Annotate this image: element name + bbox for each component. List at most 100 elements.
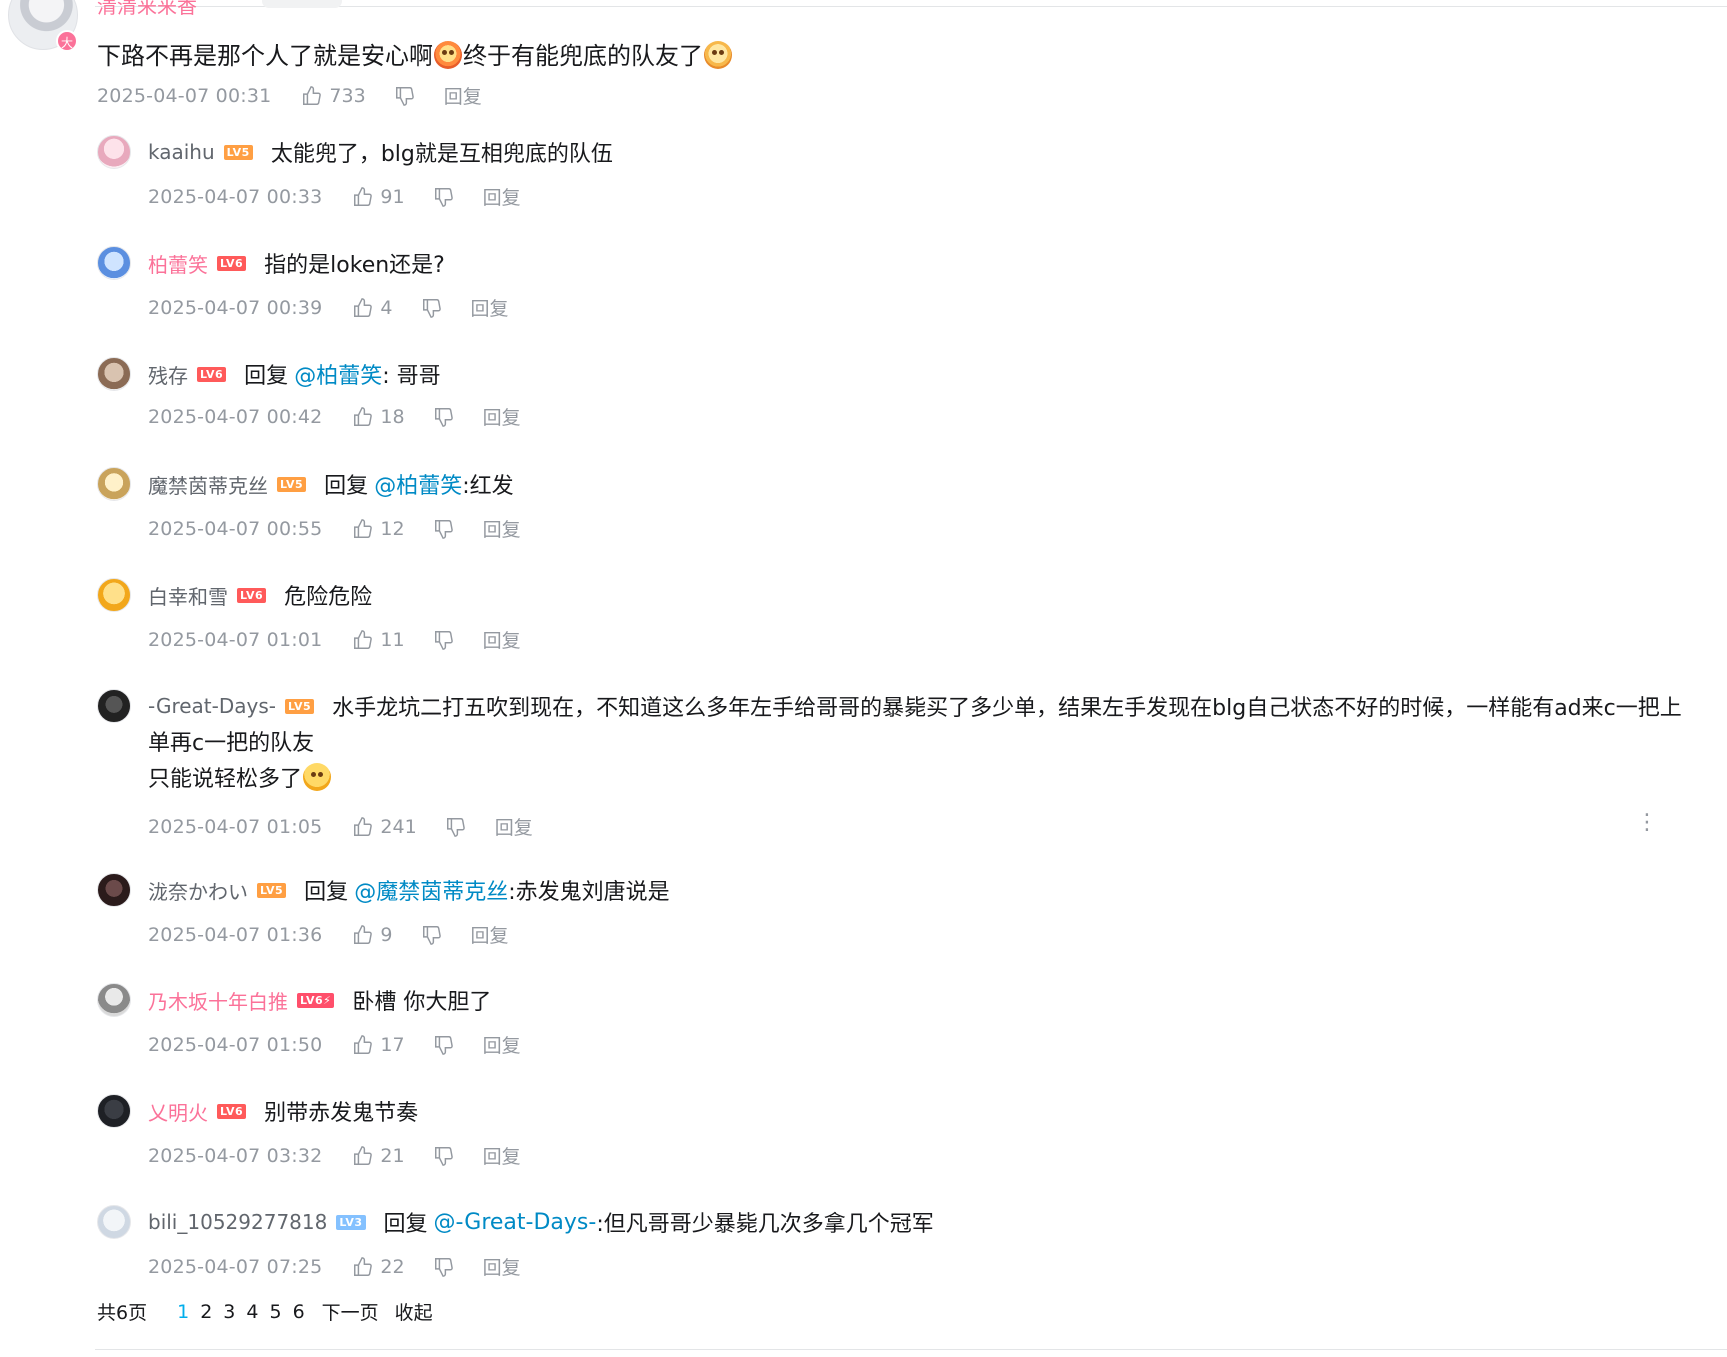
reply-text: 太能兜了，blg就是互相兜底的队伍 [270,142,613,167]
root-vip-badge: 大 [56,30,78,52]
reply-avatar[interactable] [97,1094,131,1128]
reply-meta: 2025-04-07 00:42 18 回复 [148,403,521,430]
mention-link[interactable]: @柏蕾笑 [294,358,382,390]
like-button[interactable]: 22 [352,1256,405,1278]
reply-header: 乃木坂十年白推 LV6⚡ 卧槽 你大胆了 [148,983,491,1017]
comment-thread: 大 清清来来香 下路不再是那个人了就是安心啊 终于有能兜底的队友了 2025-04… [0,0,1727,1357]
reply-username[interactable]: 白幸和雪 [148,581,228,610]
page-2[interactable]: 2 [200,1301,212,1323]
reply-text: 危险危险 [284,585,373,610]
dislike-button[interactable] [421,297,443,319]
reply-avatar[interactable] [97,1205,131,1239]
reply-avatar[interactable] [97,246,131,280]
reply-username[interactable]: 残存 [148,360,188,389]
like-button[interactable]: 12 [352,518,405,540]
reply-header: 乂明火 LV6 别带赤发鬼节奏 [148,1094,418,1128]
dislike-button[interactable] [433,186,455,208]
thumb-down-icon [422,925,441,945]
reply-username[interactable]: -Great-Days- [148,694,276,718]
reply-button[interactable]: 回复 [483,515,521,542]
reply-avatar[interactable] [97,578,131,612]
reply-button[interactable]: 回复 [483,403,521,430]
reply-time: 2025-04-07 01:50 [148,1033,323,1056]
reply-username[interactable]: bili_10529277818 [148,1210,327,1234]
pagination: 共6页 1 2 3 4 5 6 下一页 收起 [97,1298,433,1325]
reply-time: 2025-04-07 07:25 [148,1255,323,1278]
like-button[interactable]: 18 [352,406,405,428]
reply-time: 2025-04-07 00:55 [148,517,323,540]
reply-meta: 2025-04-07 03:32 21 回复 [148,1142,521,1169]
reply-button[interactable]: 回复 [495,813,533,840]
reply-text: : 哥哥 [382,364,441,389]
reply-avatar[interactable] [97,357,131,391]
reply-username[interactable]: 泷奈かわい [148,876,248,905]
mention-link[interactable]: @柏蕾笑 [374,468,462,500]
reply-avatar[interactable] [97,689,131,723]
reply-avatar[interactable] [97,135,131,169]
hot-face-emoji-icon [434,41,462,69]
reply-time: 2025-04-07 01:01 [148,628,323,651]
reply-button[interactable]: 回复 [483,1142,521,1169]
reply-prefix: 回复 [244,364,289,389]
dislike-button[interactable] [433,406,455,428]
like-count: 9 [380,923,393,946]
root-text-part1: 下路不再是那个人了就是安心啊 [97,42,433,70]
reply-avatar[interactable] [97,467,131,501]
root-comment-text: 下路不再是那个人了就是安心啊 终于有能兜底的队友了 [97,36,733,71]
reply-button[interactable]: 回复 [471,921,509,948]
dislike-button[interactable] [421,924,443,946]
like-button[interactable]: 21 [352,1145,405,1167]
root-like-button[interactable]: 733 [301,85,366,107]
like-button[interactable]: 4 [352,296,393,319]
mention-link[interactable]: @魔禁茵蒂克丝 [354,874,508,906]
page-6[interactable]: 6 [293,1301,305,1323]
level-badge: LV5 [257,882,287,898]
thumb-up-icon [354,518,373,538]
like-button[interactable]: 91 [352,185,405,208]
like-button[interactable]: 241 [352,816,417,838]
reply-time: 2025-04-07 01:05 [148,815,323,838]
page-5[interactable]: 5 [269,1301,281,1323]
root-dislike-button[interactable] [394,85,416,107]
collapse-button[interactable]: 收起 [395,1298,433,1325]
reply-avatar[interactable] [97,873,131,907]
reply-button[interactable]: 回复 [483,1031,521,1058]
like-count: 17 [380,1033,405,1056]
reply-meta: 2025-04-07 01:01 11 回复 [148,626,521,653]
reply-meta: 2025-04-07 01:05 241 回复 [148,813,533,840]
reply-username[interactable]: 魔禁茵蒂克丝 [148,470,268,499]
like-button[interactable]: 17 [352,1033,405,1056]
mention-link[interactable]: @-Great-Days- [434,1210,597,1235]
page-1[interactable]: 1 [177,1301,189,1323]
reply-username[interactable]: kaaihu [148,140,215,164]
like-button[interactable]: 9 [352,923,393,946]
reply-username[interactable]: 乂明火 [148,1097,208,1126]
page-3[interactable]: 3 [223,1301,235,1323]
level-badge: LV6 [237,587,267,603]
dislike-button[interactable] [433,1256,455,1278]
reply-time: 2025-04-07 01:36 [148,923,323,946]
reply-button[interactable]: 回复 [483,183,521,210]
reply-button[interactable]: 回复 [471,294,509,321]
dislike-button[interactable] [433,518,455,540]
reply-username[interactable]: 柏蕾笑 [148,249,208,278]
page-4[interactable]: 4 [246,1301,258,1323]
like-count: 4 [380,296,393,319]
reply-header: bili_10529277818 LV3 回复 @-Great-Days- :但凡哥哥… [148,1205,934,1239]
reply-avatar[interactable] [97,983,131,1017]
root-reply-button[interactable]: 回复 [444,82,482,109]
reply-button[interactable]: 回复 [483,626,521,653]
like-button[interactable]: 11 [352,629,405,651]
dislike-button[interactable] [433,1145,455,1167]
thumb-down-icon [434,630,453,650]
next-page-button[interactable]: 下一页 [322,1298,379,1325]
dislike-button[interactable] [433,629,455,651]
root-username[interactable]: 清清来来香 [97,0,197,19]
reply-button[interactable]: 回复 [483,1253,521,1280]
reply-text-line3: 只能说轻松多了 [148,761,332,793]
reply-username[interactable]: 乃木坂十年白推 [148,986,288,1015]
more-options-icon[interactable]: ⋮ [1636,812,1658,834]
dislike-button[interactable] [445,816,467,838]
dislike-button[interactable] [433,1034,455,1056]
like-count: 91 [380,185,405,208]
